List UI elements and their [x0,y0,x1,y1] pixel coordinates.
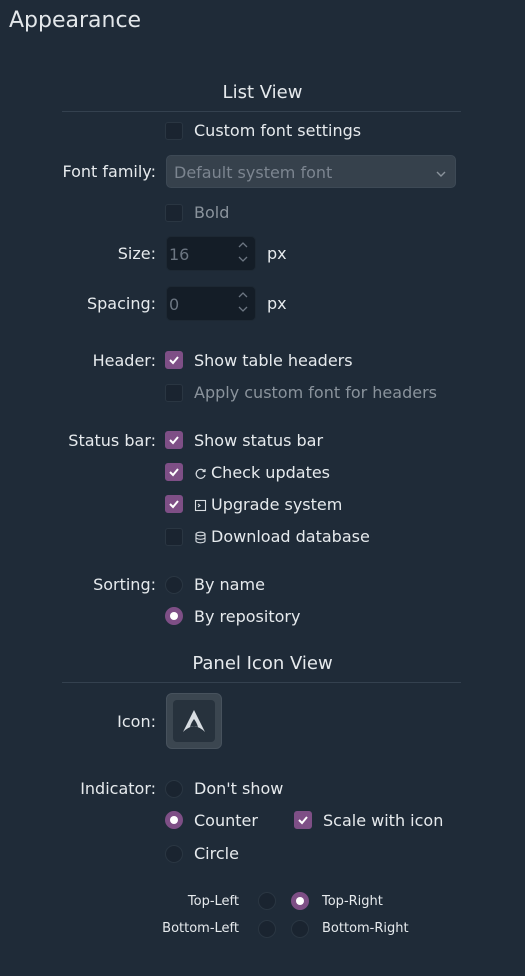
panel-icon-view-separator [62,682,461,683]
database-icon [195,531,206,544]
sort-by-name-radio[interactable] [165,576,183,594]
status-bar-label: Status bar: [68,431,156,450]
show-status-bar-checkbox[interactable] [165,431,183,449]
spacing-unit: px [267,294,287,313]
show-headers-checkbox[interactable] [165,351,183,369]
refresh-icon [195,468,206,479]
spin-down-icon[interactable] [237,304,249,314]
spacing-spinbox[interactable]: 0 [166,286,256,321]
custom-font-label: Custom font settings [194,121,362,140]
bold-checkbox[interactable] [165,204,183,222]
indicator-label: Indicator: [80,779,156,798]
chevron-down-icon [435,165,447,184]
indicator-counter-radio[interactable] [165,811,183,829]
custom-font-checkbox[interactable] [165,122,183,140]
spin-up-icon[interactable] [237,290,249,300]
spin-up-icon[interactable] [237,240,249,250]
font-family-value: Default system font [174,163,333,182]
spacing-label: Spacing: [86,294,156,313]
show-headers-label: Show table headers [194,351,353,370]
icon-label: Icon: [117,712,156,731]
position-bottom-right-radio[interactable] [291,920,309,938]
download-database-item: Download database [194,527,370,546]
font-family-label: Font family: [62,162,156,181]
sort-by-name-label: By name [194,575,265,594]
bottom-right-label: Bottom-Right [322,921,409,936]
position-top-left-radio[interactable] [258,892,276,910]
icon-picker-button[interactable] [166,693,222,749]
font-family-select[interactable]: Default system font [166,155,456,188]
bold-label: Bold [194,203,230,222]
page-title: Appearance [9,8,142,33]
apply-font-headers-label: Apply custom font for headers [194,383,437,402]
position-top-right-radio[interactable] [291,892,309,910]
arch-logo-icon [183,710,205,732]
list-view-section-title: List View [222,82,303,103]
top-left-label: Top-Left [187,894,239,909]
indicator-counter-label: Counter [194,811,258,830]
indicator-circle-label: Circle [194,844,239,863]
check-updates-item: Check updates [194,463,330,482]
scale-with-icon-checkbox[interactable] [294,811,312,829]
spin-down-icon[interactable] [237,254,249,264]
size-value: 16 [169,245,190,264]
indicator-dont-show-radio[interactable] [165,780,183,798]
position-bottom-left-radio[interactable] [258,920,276,938]
spacing-value: 0 [169,295,180,314]
indicator-circle-radio[interactable] [165,845,183,863]
upgrade-icon [194,499,207,512]
panel-icon-view-section-title: Panel Icon View [192,653,333,674]
check-updates-label: Check updates [211,463,331,482]
upgrade-system-item: Upgrade system [194,495,342,514]
upgrade-system-checkbox[interactable] [165,495,183,513]
download-database-label: Download database [211,527,370,546]
size-spinbox[interactable]: 16 [166,236,256,271]
indicator-dont-show-label: Don't show [194,779,284,798]
sort-by-repository-radio[interactable] [165,607,183,625]
bottom-left-label: Bottom-Left [162,921,239,936]
sort-by-repository-label: By repository [194,607,301,626]
size-label: Size: [117,244,156,263]
upgrade-system-label: Upgrade system [211,495,343,514]
show-status-bar-label: Show status bar [194,431,324,450]
header-label: Header: [92,351,156,370]
sorting-label: Sorting: [93,575,156,594]
top-right-label: Top-Right [322,894,383,909]
scale-with-icon-label: Scale with icon [323,811,444,830]
size-unit: px [267,244,287,263]
list-view-separator [62,111,461,112]
download-database-checkbox[interactable] [165,528,183,546]
apply-font-headers-checkbox[interactable] [165,384,183,402]
check-updates-checkbox[interactable] [165,463,183,481]
